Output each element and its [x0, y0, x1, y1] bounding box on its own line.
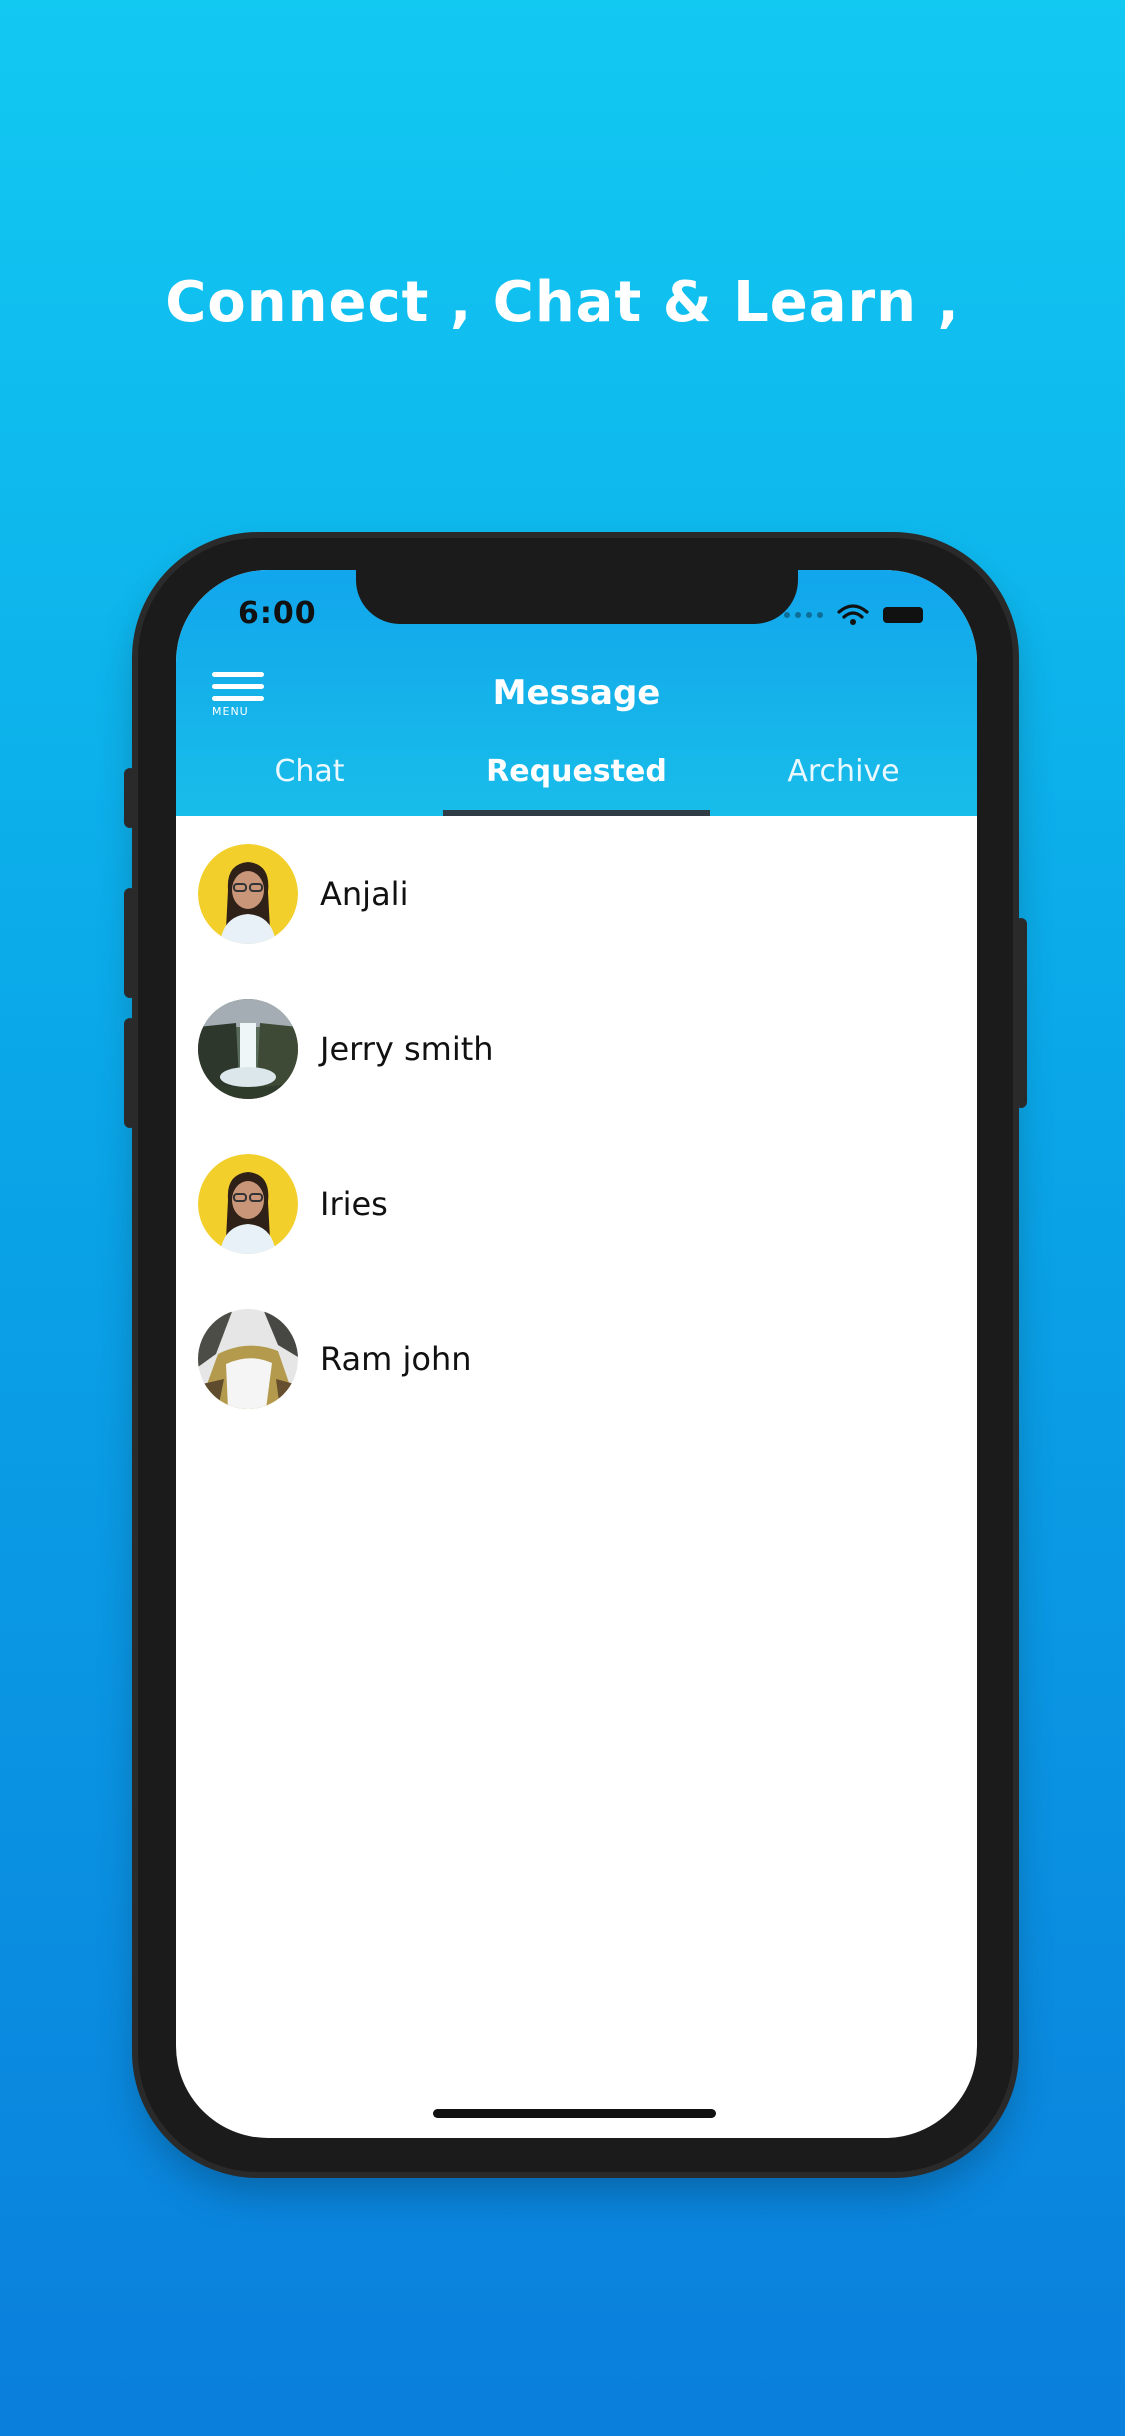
waterfall-rocks-avatar-icon: [198, 1308, 298, 1409]
page-title: Message: [492, 673, 661, 713]
phone-screen: 6:00 MENU Message Chat Requested Archive…: [176, 570, 977, 2138]
mute-switch: [124, 768, 136, 828]
portrait-avatar-icon: [198, 843, 298, 944]
list-item[interactable]: Jerry smith: [176, 971, 977, 1126]
volume-up-button: [124, 888, 136, 998]
list-item[interactable]: Anjali: [176, 816, 977, 971]
contact-name: Jerry smith: [320, 1029, 494, 1068]
waterfall-avatar-icon: [198, 998, 298, 1099]
battery-icon: [883, 607, 923, 623]
volume-down-button: [124, 1018, 136, 1128]
tab-chat[interactable]: Chat: [176, 752, 443, 816]
contact-name: Iries: [320, 1184, 388, 1223]
status-icons: [784, 604, 923, 626]
list-item[interactable]: Iries: [176, 1126, 977, 1281]
tab-requested[interactable]: Requested: [443, 752, 710, 816]
contact-list: Anjali Jerry smith Iries Ram john: [176, 816, 977, 1436]
home-indicator[interactable]: [433, 2109, 716, 2118]
portrait-avatar-icon: [198, 1153, 298, 1254]
power-button: [1015, 918, 1027, 1108]
phone-notch: [356, 570, 798, 624]
list-item[interactable]: Ram john: [176, 1281, 977, 1436]
contact-name: Anjali: [320, 874, 409, 913]
headline: Connect , Chat & Learn ,: [165, 270, 960, 335]
wifi-icon: [837, 604, 869, 625]
avatar: [198, 843, 298, 944]
status-time: 6:00: [238, 596, 317, 631]
tab-bar: Chat Requested Archive: [176, 752, 977, 816]
tab-archive[interactable]: Archive: [710, 752, 977, 816]
avatar: [198, 1308, 298, 1409]
avatar: [198, 1153, 298, 1254]
avatar: [198, 998, 298, 1099]
signal-dots-icon: [784, 612, 823, 618]
contact-name: Ram john: [320, 1339, 472, 1378]
phone-frame: 6:00 MENU Message Chat Requested Archive…: [124, 538, 1027, 2172]
